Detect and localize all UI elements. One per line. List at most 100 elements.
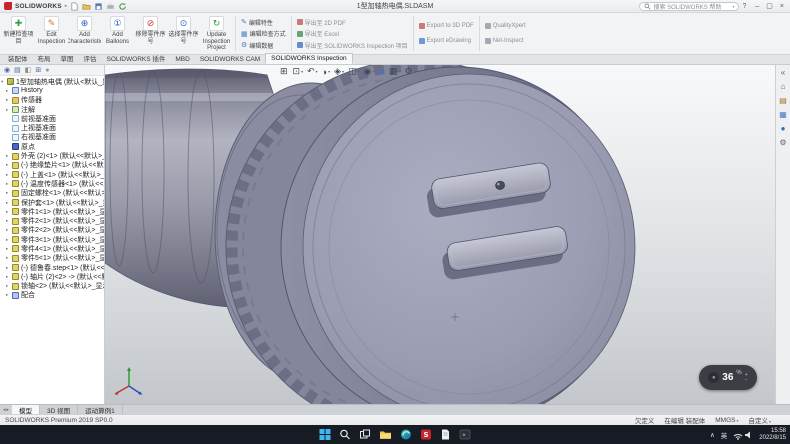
custom-selector[interactable]: 自定义▾: [748, 415, 771, 425]
view-settings-icon[interactable]: ⚙▾: [404, 66, 415, 77]
menu-expand-arrow-icon[interactable]: ▸: [65, 3, 68, 9]
open-icon[interactable]: [82, 2, 91, 11]
print-icon[interactable]: [106, 2, 115, 11]
tab-scroll-right-icon[interactable]: ▸: [7, 407, 10, 413]
new-inspection-project-button[interactable]: ✚ 新建检查项目: [2, 14, 35, 53]
tab-solidworks-inspection[interactable]: SOLIDWORKS Inspection: [265, 53, 353, 64]
configuration-manager-tab-icon[interactable]: ◧: [25, 66, 32, 74]
qualityxpert-button[interactable]: QualityXpert: [485, 23, 526, 29]
system-clock[interactable]: 15:58 2022/8/15: [759, 428, 786, 442]
tree-item[interactable]: 原点: [0, 142, 104, 151]
zoom-knob-icon[interactable]: ●: [708, 372, 719, 383]
tree-item[interactable]: ▸ (-) 温度传感器<1> (默认<<默认>: [0, 179, 104, 188]
search-button[interactable]: [340, 429, 351, 440]
export-edrawing-button[interactable]: Export eDrawing: [419, 38, 474, 44]
view-palette-icon[interactable]: ▦: [779, 110, 787, 119]
design-library-icon[interactable]: ▤: [779, 96, 787, 105]
display-manager-tab-icon[interactable]: ●: [45, 67, 49, 74]
tree-item[interactable]: ▸ 配合: [0, 291, 104, 300]
apply-scene-icon[interactable]: ▦▾: [389, 66, 401, 77]
file-explorer-icon[interactable]: [380, 430, 392, 440]
save-icon[interactable]: [94, 2, 103, 11]
tree-item[interactable]: ▸ (-) 上盖<1> (默认<<默认>_显示状: [0, 170, 104, 179]
tree-item[interactable]: ▸ 零件5<1> (默认<<默认>_显示状: [0, 254, 104, 263]
tree-item[interactable]: ▸ History: [0, 86, 104, 95]
view-orientation-icon[interactable]: ◈▾: [334, 66, 344, 77]
export-inspection-project-button[interactable]: 导出至 SOLIDWORKS Inspection 项目: [297, 41, 408, 50]
tree-item[interactable]: ▸ 锁轴<2> (默认<<默认>_显示状态: [0, 282, 104, 291]
tree-item[interactable]: ▸ 保护套<1> (默认<<默认>_显示状: [0, 198, 104, 207]
tree-item[interactable]: 右视基准面: [0, 133, 104, 142]
rebuild-icon[interactable]: [118, 2, 127, 11]
input-language-indicator[interactable]: 英: [721, 430, 728, 440]
tab-mbd[interactable]: MBD: [170, 55, 194, 64]
tab-assembly[interactable]: 装配体: [3, 52, 33, 64]
tab-model[interactable]: 模型: [12, 405, 40, 414]
solidworks-taskbar-icon[interactable]: S: [421, 429, 432, 440]
tab-motion-study-1[interactable]: 运动算例1: [78, 405, 123, 414]
export-3d-pdf-button[interactable]: Export to 3D PDF: [419, 23, 474, 29]
tree-item[interactable]: ▸ 传感器: [0, 96, 104, 105]
hide-show-items-icon[interactable]: ◉▾: [364, 66, 375, 77]
select-balloons-button[interactable]: ⊙ 选择零件序号: [167, 14, 200, 53]
tray-expand-icon[interactable]: ∧: [710, 431, 715, 439]
task-view-button[interactable]: [360, 429, 371, 440]
tab-3d-views[interactable]: 3D 视图: [40, 405, 78, 414]
maximize-button[interactable]: ▢: [766, 2, 773, 10]
appearances-icon[interactable]: ●: [781, 124, 786, 133]
close-button[interactable]: ×: [780, 3, 784, 10]
add-characteristic-button[interactable]: ⊕ Add Characteristic: [68, 14, 101, 53]
tree-item[interactable]: ▸ 注解: [0, 105, 104, 114]
update-inspection-project-button[interactable]: ↻ Update Inspection Project: [200, 14, 233, 53]
tree-item[interactable]: ▸ 固定螺栓<1> (默认<<默认>_显示状: [0, 189, 104, 198]
terminal-app-icon[interactable]: >: [460, 429, 471, 440]
zoom-area-icon[interactable]: ⊡▾: [293, 66, 304, 77]
search-caret-icon[interactable]: ▾: [732, 4, 734, 9]
tree-item[interactable]: ▸ 零件3<1> (默认<<默认>_显示状: [0, 235, 104, 244]
display-style-icon[interactable]: ◫▾: [348, 66, 360, 77]
tree-item[interactable]: ▾ 1型加轴热电偶 (默认<默认_显示状态-: [0, 77, 104, 86]
tree-item[interactable]: ▸ 零件2<1> (默认<<默认>_显示状: [0, 216, 104, 225]
tab-scroll-left-icon[interactable]: ◂: [3, 407, 6, 413]
units-selector[interactable]: MMGS▾: [715, 417, 738, 424]
property-manager-tab-icon[interactable]: ▤: [14, 66, 21, 74]
tree-item[interactable]: ▸ 零件4<1> (默认<<默认>_显示状: [0, 244, 104, 253]
help-search-input[interactable]: 搜索 SOLIDWORKS 帮助 ▾: [639, 2, 739, 11]
help-icon[interactable]: ?: [742, 3, 746, 10]
tab-solidworks-cam[interactable]: SOLIDWORKS CAM: [195, 55, 265, 64]
tree-item[interactable]: ▸ (-) 轴片 (2)<2> -> (默认<<默认>: [0, 272, 104, 281]
tree-item[interactable]: 前视基准面: [0, 114, 104, 123]
feature-tree-tab-icon[interactable]: ◉: [4, 66, 10, 74]
edit-data-button[interactable]: ⚙ 编辑数据: [241, 41, 286, 50]
edit-characteristic-button[interactable]: ✎ 编辑特性: [241, 18, 286, 27]
export-2d-pdf-button[interactable]: 导出至 2D PDF: [297, 18, 408, 27]
tree-item[interactable]: 上视基准面: [0, 123, 104, 132]
export-excel-button[interactable]: 导出至 Excel: [297, 29, 408, 38]
dimxpert-tab-icon[interactable]: ⊞: [35, 66, 41, 74]
tab-layout[interactable]: 布局: [33, 52, 56, 64]
tree-item[interactable]: ▸ (-) 德鲁春.step<1> (默认<<默认: [0, 263, 104, 272]
tree-item[interactable]: ▸ 零件1<1> (默认<<默认>_显示状态: [0, 207, 104, 216]
edit-inspection-method-button[interactable]: ▦ 编辑检查方式: [241, 29, 286, 38]
add-balloons-button[interactable]: ① Add Balloons: [101, 14, 134, 53]
edit-inspection-button[interactable]: ✎ Edit Inspection: [35, 14, 68, 53]
graphics-viewport[interactable]: ⊞ ⊡▾ ↶▾ ◑▾ ◈▾ ◫▾ ◉▾ ● ▦▾ ⚙▾ ● 36 % +: [105, 65, 775, 404]
remove-balloons-button[interactable]: ⊘ 移除零件序号: [134, 14, 167, 53]
start-button[interactable]: [320, 429, 331, 440]
edit-appearance-icon[interactable]: ●: [378, 67, 384, 77]
edge-browser-icon[interactable]: [401, 429, 412, 440]
tree-item[interactable]: ▸ 零件2<2> (默认<<默认>_显示状: [0, 226, 104, 235]
zoom-indicator[interactable]: ● 36 % + −: [699, 365, 757, 390]
network-volume-tray-icons[interactable]: [733, 430, 753, 440]
new-document-icon[interactable]: [70, 2, 79, 11]
tree-item[interactable]: ▸ 外壳 (2)<1> (默认<<默认>_显示状: [0, 151, 104, 160]
collapse-task-pane-icon[interactable]: «: [781, 68, 785, 77]
tree-item[interactable]: ▸ (-) 绝缘垫片<1> (默认<<默认>_显: [0, 161, 104, 170]
custom-properties-icon[interactable]: ⚙: [779, 138, 786, 147]
tab-sketch[interactable]: 草图: [56, 52, 79, 64]
zoom-fit-icon[interactable]: ⊞: [280, 66, 289, 77]
document-app-icon[interactable]: [441, 429, 451, 440]
resources-icon[interactable]: ⌂: [781, 82, 786, 91]
net-inspect-button[interactable]: Net-Inspect: [485, 38, 526, 44]
tab-evaluate[interactable]: 评估: [79, 52, 102, 64]
